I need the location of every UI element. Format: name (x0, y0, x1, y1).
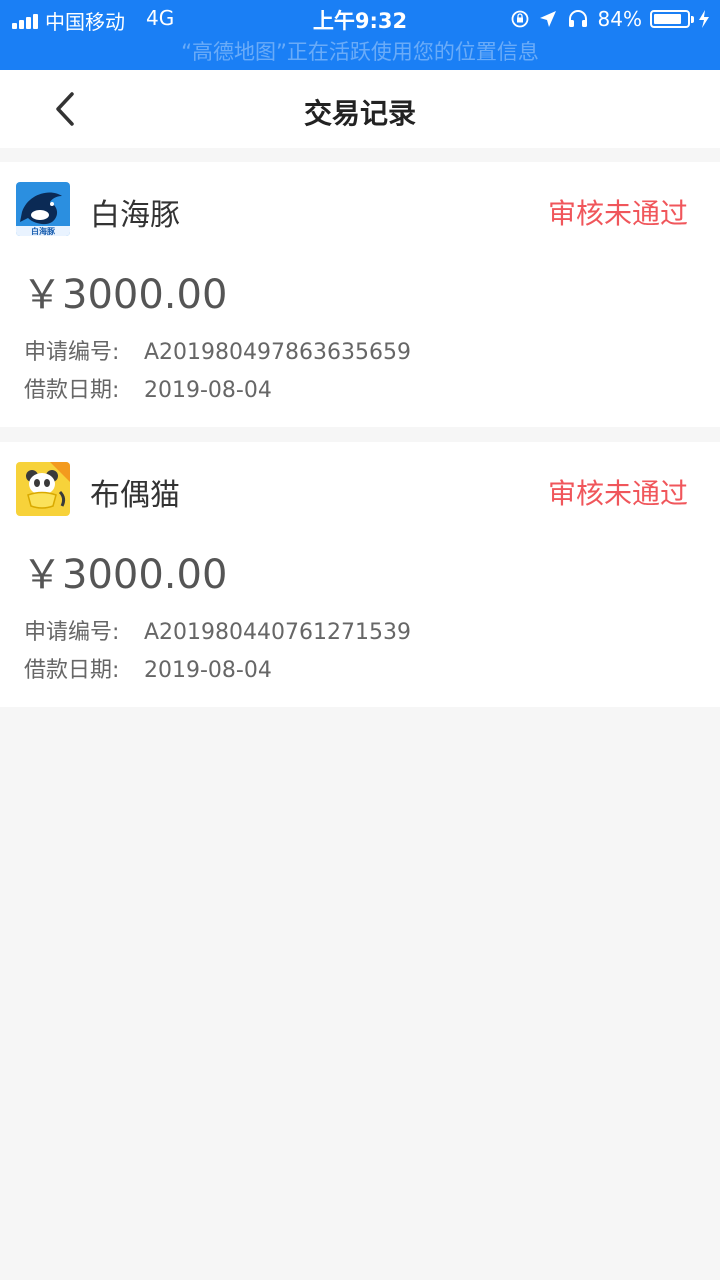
svg-text:白海豚: 白海豚 (31, 226, 55, 236)
application-number-row: 申请编号: A201980440761271539 (24, 614, 411, 646)
lender-name: 白海豚 (90, 198, 180, 233)
charging-bolt-icon (699, 10, 709, 28)
headphones-icon (568, 10, 587, 27)
application-number-row: 申请编号: A201980497863635659 (24, 334, 411, 366)
application-number-value: A201980497863635659 (144, 340, 411, 365)
dolphin-app-logo: 白海豚 (16, 182, 70, 236)
battery-icon (650, 10, 694, 28)
loan-amount: ￥3000.00 (22, 272, 228, 318)
application-number-value: A201980440761271539 (144, 620, 411, 645)
rotation-lock-icon (511, 10, 528, 28)
status-bar: 中国移动 4G 上午9:32 84% “高德地图”正在活跃使用您的位置信息 (0, 0, 720, 70)
loan-amount: ￥3000.00 (22, 552, 228, 598)
loan-date-label: 借款日期: (24, 378, 120, 403)
loan-date-value: 2019-08-04 (144, 658, 272, 683)
ragdoll-cat-app-logo (16, 462, 70, 516)
transaction-card[interactable]: 白海豚 白海豚 审核未通过 ￥3000.00 申请编号: A20198049786… (0, 162, 720, 427)
status-badge: 审核未通过 (547, 477, 688, 510)
location-usage-banner[interactable]: “高德地图”正在活跃使用您的位置信息 (0, 36, 720, 66)
loan-date-row: 借款日期: 2019-08-04 (24, 372, 272, 404)
application-number-label: 申请编号: (24, 340, 120, 365)
battery-percent: 84% (597, 7, 642, 31)
status-badge: 审核未通过 (547, 197, 688, 230)
loan-date-label: 借款日期: (24, 658, 120, 683)
page-title: 交易记录 (303, 97, 416, 130)
location-arrow-icon (539, 11, 556, 27)
lender-name: 布偶猫 (90, 478, 180, 513)
nav-bar: 交易记录 (0, 70, 720, 148)
transaction-card[interactable]: 布偶猫 审核未通过 ￥3000.00 申请编号: A201980440761271… (0, 442, 720, 707)
loan-date-row: 借款日期: 2019-08-04 (24, 652, 272, 684)
loan-date-value: 2019-08-04 (144, 378, 272, 403)
application-number-label: 申请编号: (24, 620, 120, 645)
